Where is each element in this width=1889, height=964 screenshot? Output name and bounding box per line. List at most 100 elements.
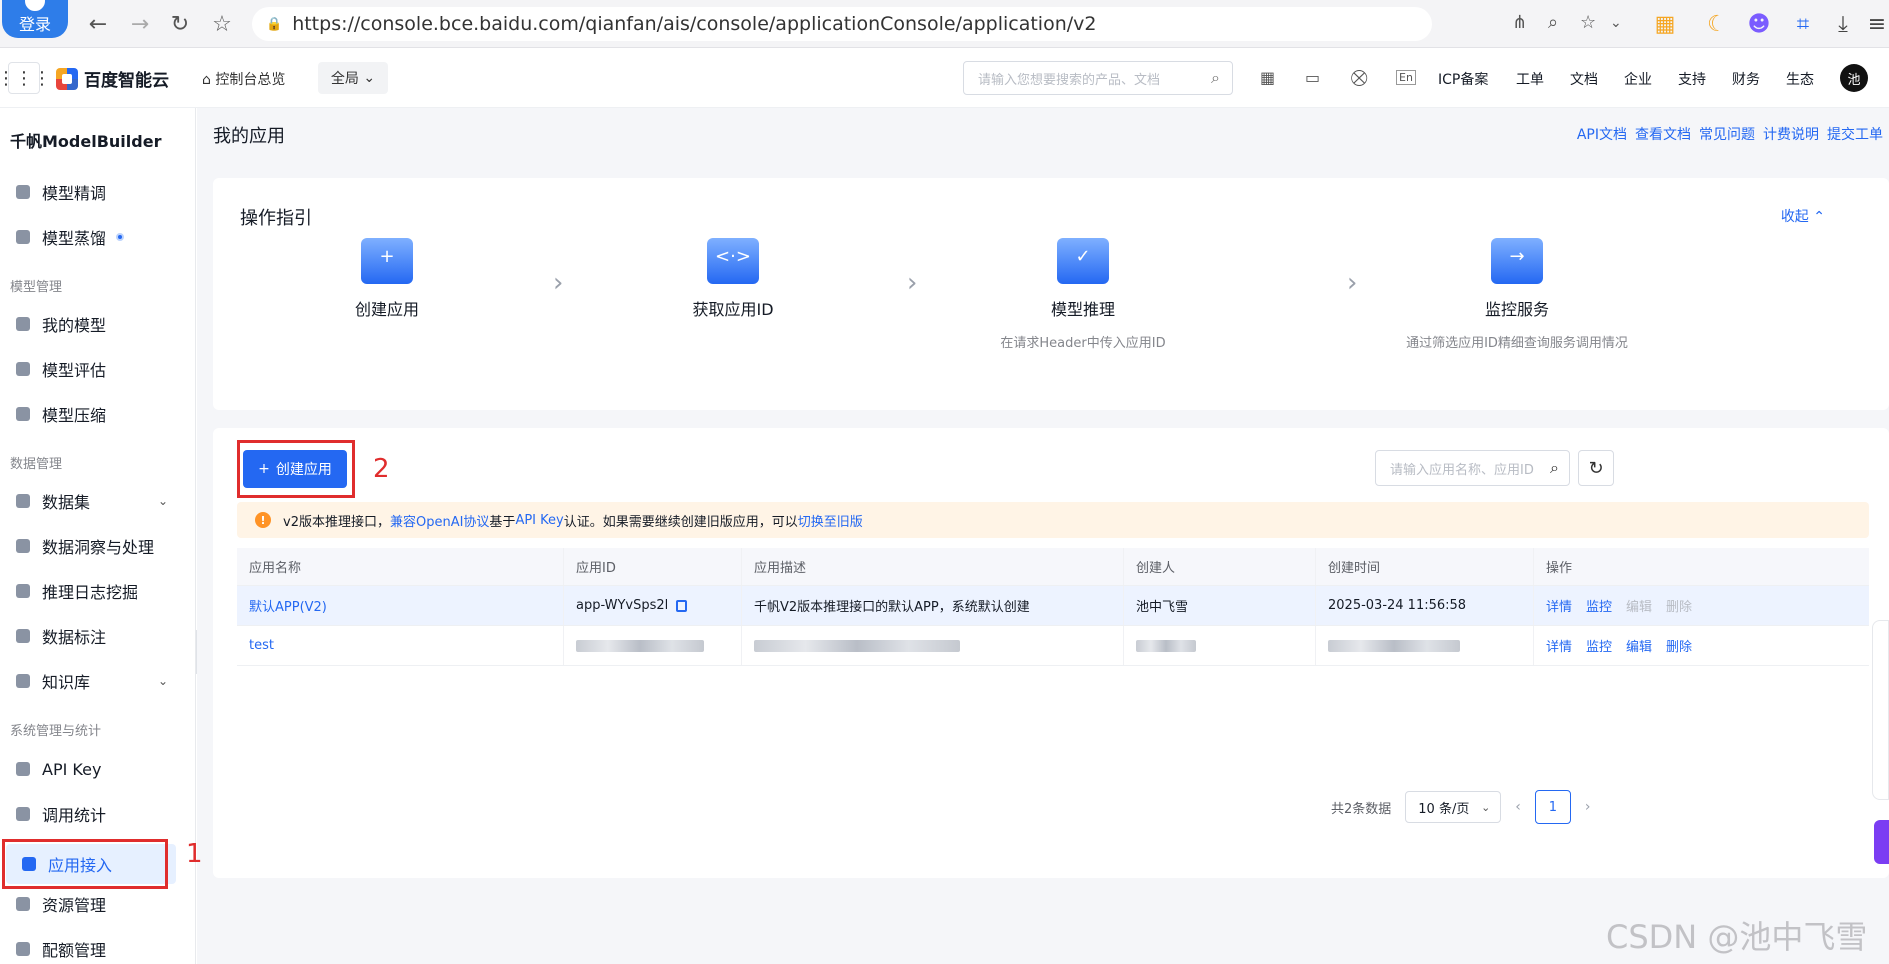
edit-link[interactable]: 编辑 — [1626, 636, 1652, 655]
sidebar-item-eval[interactable]: 模型评估 — [0, 349, 180, 389]
distill-icon — [16, 230, 30, 244]
link-view-docs[interactable]: 查看文档 — [1635, 124, 1691, 144]
app-creator-cell — [1124, 626, 1316, 665]
monitor-link[interactable]: 监控 — [1586, 636, 1612, 655]
search-icon[interactable]: ⌕ — [1550, 458, 1559, 478]
app-name-link[interactable]: 默认APP(V2) — [237, 586, 564, 625]
floating-toolbar[interactable] — [1872, 620, 1889, 800]
qrcode-icon[interactable]: ▦ — [1260, 68, 1275, 87]
delete-link[interactable]: 删除 — [1666, 636, 1692, 655]
col-header-created: 创建时间 — [1316, 548, 1534, 585]
back-icon[interactable]: ← — [84, 10, 112, 38]
details-link[interactable]: 详情 — [1546, 636, 1572, 655]
console-overview-link[interactable]: ⌂ 控制台总览 — [202, 69, 285, 89]
user-avatar[interactable]: 池 — [1840, 64, 1868, 92]
chevron-down-icon: ⌄ — [157, 494, 168, 508]
compress-icon — [16, 407, 30, 421]
header-link-docs[interactable]: 文档 — [1570, 69, 1598, 89]
browser-login-badge[interactable]: 登录 — [2, 0, 68, 38]
apps-grid-icon[interactable]: ▦ — [1650, 9, 1680, 39]
copy-icon[interactable] — [676, 599, 688, 612]
moon-icon[interactable]: ☾ — [1702, 9, 1732, 39]
header-link-ecosystem[interactable]: 生态 — [1786, 69, 1814, 89]
guide-step-get-id: <·> 获取应用ID — [613, 238, 853, 320]
sidebar-item-labeling[interactable]: 数据标注 — [0, 616, 180, 656]
robot-icon[interactable]: ☻ — [1744, 9, 1774, 39]
sidebar-item-compress[interactable]: 模型压缩 — [0, 394, 180, 434]
global-search-input[interactable]: 请输入您想要搜索的产品、文档 ⌕ — [963, 61, 1233, 95]
language-icon[interactable]: En — [1396, 70, 1416, 85]
table-row: 默认APP(V2) app-WYvSps2l 千帆V2版本推理接口的默认APP，… — [237, 586, 1869, 626]
sidebar-item-knowledge[interactable]: 知识库 ⌄ — [0, 661, 180, 701]
crop-icon[interactable]: ⌗ — [1788, 9, 1818, 39]
quota-icon — [16, 942, 30, 956]
zoom-icon[interactable]: ⌕ — [1548, 12, 1558, 33]
step-desc: 在请求Header中传入应用ID — [1000, 336, 1166, 351]
notice-link-api-key[interactable]: API Key — [515, 513, 563, 528]
forward-icon[interactable]: → — [126, 10, 154, 38]
sidebar-item-log-mining[interactable]: 推理日志挖掘 — [0, 571, 180, 611]
notice-link-switch-legacy[interactable]: 切换至旧版 — [798, 511, 863, 530]
link-api-docs[interactable]: API文档 — [1577, 124, 1627, 144]
product-menu-icon[interactable]: ⋮⋮⋮ — [0, 62, 51, 94]
page-size-select[interactable]: 10 条/页 ⌄ — [1405, 791, 1502, 823]
sidebar-item-label: 模型评估 — [42, 361, 107, 380]
download-icon[interactable]: ⤓ — [1828, 9, 1858, 39]
sidebar-item-label: 数据标注 — [42, 628, 107, 647]
page-number-button[interactable]: 1 — [1534, 790, 1571, 824]
bookmark-star-icon[interactable]: ☆ — [208, 10, 236, 38]
next-page-icon[interactable]: › — [1585, 799, 1591, 815]
annotation-box-sidebar — [2, 839, 168, 889]
sidebar-item-my-models[interactable]: 我的模型 — [0, 304, 180, 344]
app-name-link[interactable]: test — [237, 626, 564, 665]
header-link-enterprise[interactable]: 企业 — [1624, 69, 1652, 89]
header-link-support[interactable]: 支持 — [1678, 69, 1706, 89]
guide-step-inference: ✓ 模型推理 在请求Header中传入应用ID — [963, 238, 1203, 351]
guide-collapse-button[interactable]: 收起 ⌃ — [1781, 206, 1825, 226]
link-submit-ticket[interactable]: 提交工单 — [1827, 124, 1883, 144]
sidebar-item-label: API Key — [42, 759, 102, 779]
share-icon[interactable]: ⋔ — [1512, 12, 1527, 33]
sidebar-item-finetune[interactable]: 模型精调 — [0, 172, 180, 212]
notice-link-openai[interactable]: 兼容OpenAI协议 — [390, 511, 489, 530]
link-faq[interactable]: 常见问题 — [1699, 124, 1755, 144]
sidebar-item-quota[interactable]: 配额管理 — [0, 929, 180, 964]
cart-icon[interactable]: ⛒ — [1351, 68, 1367, 88]
monitor-link[interactable]: 监控 — [1586, 596, 1612, 615]
menu-icon[interactable]: ≡ — [1862, 9, 1889, 39]
sidebar-item-label: 配额管理 — [42, 941, 107, 960]
assistant-tab[interactable] — [1874, 820, 1889, 864]
url-dropdown-icon[interactable]: ⌄ — [1610, 15, 1622, 31]
create-app-icon: + — [361, 238, 413, 284]
url-text: https://console.bce.baidu.com/qianfan/ai… — [292, 13, 1097, 35]
region-select[interactable]: 全局 ⌄ — [318, 62, 388, 94]
address-bar[interactable]: 🔒 https://console.bce.baidu.com/qianfan/… — [252, 7, 1432, 41]
header-link-ticket[interactable]: 工单 — [1516, 69, 1544, 89]
reload-icon[interactable]: ↻ — [166, 10, 194, 38]
search-icon[interactable]: ⌕ — [1211, 68, 1220, 88]
header-link-icp[interactable]: ICP备案 — [1438, 69, 1488, 89]
refresh-button[interactable]: ↻ — [1578, 450, 1614, 486]
prev-page-icon[interactable]: ‹ — [1515, 799, 1521, 815]
app-desc: 千帆V2版本推理接口的默认APP，系统默认创建 — [742, 586, 1124, 625]
sidebar-item-api-key[interactable]: API Key — [0, 749, 180, 789]
create-app-button[interactable]: + 创建应用 — [243, 450, 347, 488]
sidebar-item-usage-stats[interactable]: 调用统计 — [0, 794, 180, 834]
sidebar-group-model: 模型管理 — [10, 280, 63, 295]
sidebar-item-label: 我的模型 — [42, 316, 107, 335]
sidebar-item-datasets[interactable]: 数据集 ⌄ — [0, 481, 180, 521]
header-link-finance[interactable]: 财务 — [1732, 69, 1760, 89]
app-search-input[interactable]: 请输入应用名称、应用ID ⌕ — [1375, 450, 1570, 486]
link-billing[interactable]: 计费说明 — [1763, 124, 1819, 144]
details-link[interactable]: 详情 — [1546, 596, 1572, 615]
sidebar-item-data-insight[interactable]: 数据洞察与处理 — [0, 526, 180, 566]
step-name: 监控服务 — [1484, 300, 1549, 319]
message-icon[interactable]: ▭ — [1305, 68, 1320, 87]
sidebar-item-distill[interactable]: 模型蒸馏 — [0, 217, 180, 257]
sidebar-item-resources[interactable]: 资源管理 — [0, 884, 180, 924]
brand-logo[interactable]: 百度智能云 — [56, 66, 169, 91]
app-created: 2025-03-24 11:56:58 — [1316, 586, 1534, 625]
col-header-name: 应用名称 — [237, 548, 564, 585]
table-header: 应用名称 应用ID 应用描述 创建人 创建时间 操作 — [237, 548, 1869, 586]
favorite-icon[interactable]: ☆ — [1580, 12, 1596, 33]
